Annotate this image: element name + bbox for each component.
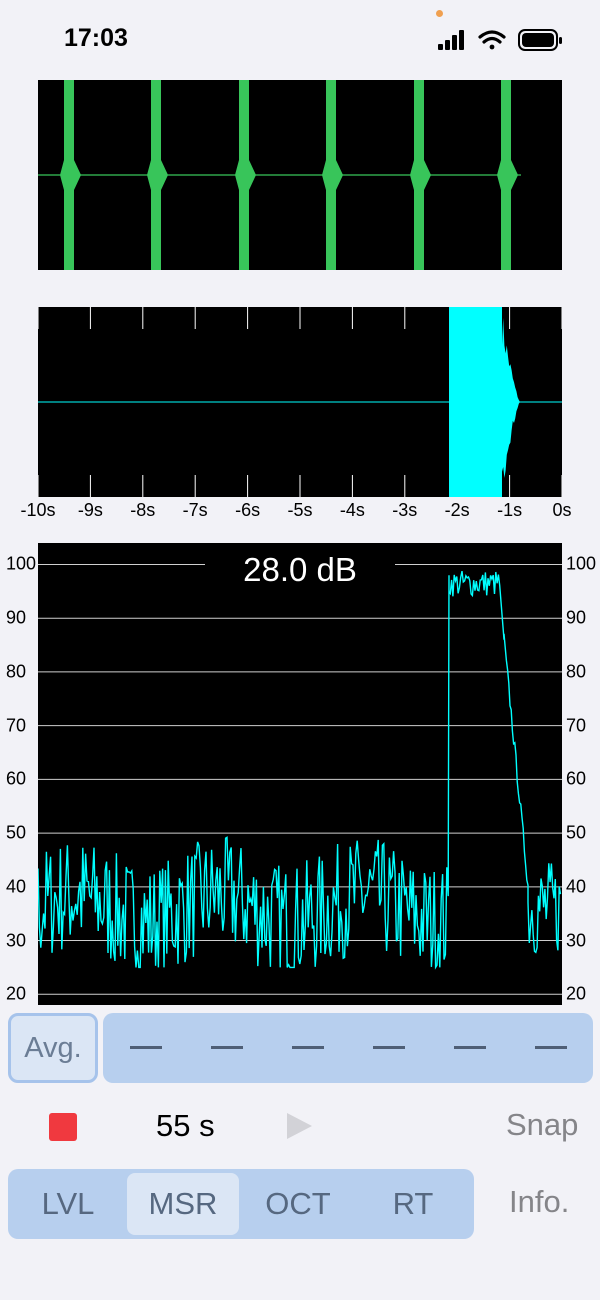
- db-label-left: 90: [6, 607, 27, 628]
- avg-slot[interactable]: [130, 1046, 162, 1049]
- waveform-graph: [38, 80, 521, 270]
- tab-rt[interactable]: RT: [357, 1173, 469, 1235]
- waveform-burst-edge: [147, 160, 168, 190]
- battery-icon: [518, 29, 562, 51]
- db-label-right: 30: [566, 930, 587, 951]
- db-label-right: 20: [566, 983, 587, 1004]
- db-label-left: 70: [6, 715, 27, 736]
- db-label-left: 20: [6, 983, 27, 1004]
- level-trace: [38, 570, 562, 970]
- time-axis-label: 0s: [552, 500, 572, 520]
- level-graph: [38, 563, 562, 995]
- wifi-icon: [478, 30, 506, 50]
- time-waveform-graph: [38, 307, 562, 497]
- db-label-right: 50: [566, 822, 587, 843]
- status-bar: 17:03: [0, 0, 600, 70]
- info-button[interactable]: Info.: [509, 1184, 569, 1220]
- time-axis-label: -4s: [339, 500, 365, 520]
- camera-indicator: [436, 10, 443, 17]
- level-readout: 28.0 dB: [205, 548, 395, 592]
- db-label-right: 60: [566, 768, 587, 789]
- time-axis-label: -5s: [287, 500, 313, 520]
- time-axis-label: -3s: [392, 500, 418, 520]
- avg-slot[interactable]: [535, 1046, 567, 1049]
- waveform-burst-edge: [497, 160, 518, 190]
- avg-slots-bar[interactable]: [103, 1013, 593, 1083]
- status-time: 17:03: [64, 24, 128, 52]
- elapsed-time: 55 s: [156, 1108, 215, 1143]
- time-axis-label: -10s: [20, 500, 56, 520]
- waveform-burst-edge: [60, 160, 81, 190]
- db-label-left: 40: [6, 876, 27, 897]
- waveform-panel[interactable]: [38, 80, 562, 270]
- status-icons: [438, 29, 562, 51]
- avg-slot[interactable]: [373, 1046, 405, 1049]
- decay-segment: [502, 307, 520, 478]
- avg-slot[interactable]: [211, 1046, 243, 1049]
- play-icon[interactable]: [287, 1113, 312, 1139]
- db-label-left: 100: [6, 553, 37, 574]
- db-label-left: 30: [6, 930, 27, 951]
- waveform-burst-edge: [235, 160, 256, 190]
- mode-tab-bar: LVL MSR OCT RT: [8, 1169, 474, 1239]
- avg-slot[interactable]: [292, 1046, 324, 1049]
- db-label-left: 80: [6, 661, 27, 682]
- waveform-burst-edge: [410, 160, 431, 190]
- snap-button[interactable]: Snap: [506, 1107, 578, 1143]
- tab-msr[interactable]: MSR: [127, 1173, 239, 1235]
- db-label-right: 80: [566, 661, 587, 682]
- db-label-right: 40: [566, 876, 587, 897]
- time-waveform-panel[interactable]: [38, 307, 562, 497]
- time-axis-label: -7s: [182, 500, 208, 520]
- loud-segment: [449, 307, 502, 497]
- time-axis-label: -9s: [77, 500, 103, 520]
- waveform-burst-edge: [322, 160, 343, 190]
- db-label-right: 100: [566, 553, 597, 574]
- avg-slot[interactable]: [454, 1046, 486, 1049]
- time-axis-label: -6s: [235, 500, 261, 520]
- db-label-left: 60: [6, 768, 27, 789]
- tab-oct[interactable]: OCT: [242, 1173, 354, 1235]
- level-graph-panel[interactable]: [38, 543, 562, 1005]
- time-axis-label: -8s: [130, 500, 156, 520]
- tab-lvl[interactable]: LVL: [12, 1173, 124, 1235]
- record-stop-button[interactable]: [49, 1113, 77, 1141]
- time-axis-label: -2s: [444, 500, 470, 520]
- db-label-right: 70: [566, 715, 587, 736]
- avg-button[interactable]: Avg.: [8, 1013, 98, 1083]
- time-axis-label: -1s: [497, 500, 523, 520]
- db-label-left: 50: [6, 822, 27, 843]
- cellular-signal-icon: [438, 30, 464, 50]
- db-label-right: 90: [566, 607, 587, 628]
